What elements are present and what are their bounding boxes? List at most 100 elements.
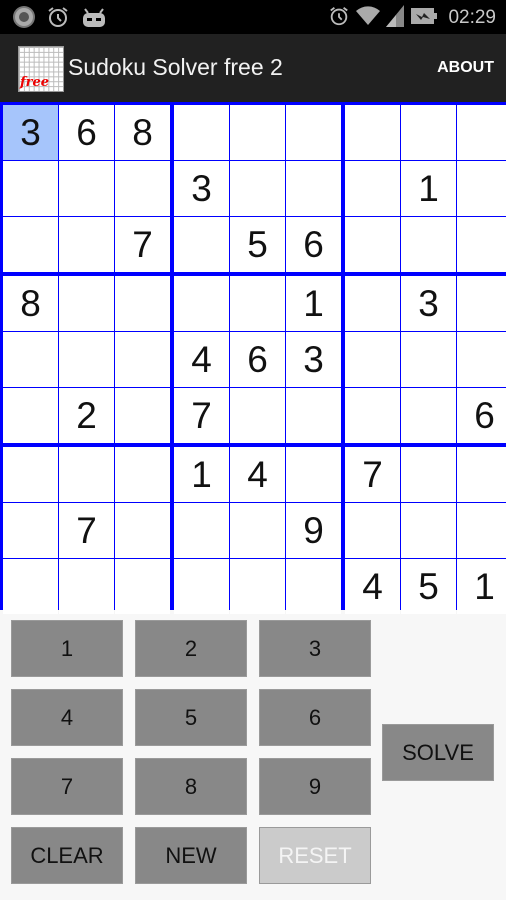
app-icon-free-label: free — [20, 75, 49, 90]
sudoku-cell-r5c6[interactable]: 3 — [286, 332, 341, 387]
sudoku-cell-r6c5[interactable] — [230, 388, 285, 443]
sudoku-cell-r9c9[interactable]: 1 — [457, 559, 506, 614]
sudoku-cell-r3c9[interactable] — [457, 217, 506, 272]
digit-3-button[interactable]: 3 — [259, 620, 371, 677]
sudoku-cell-r2c8[interactable]: 1 — [401, 161, 456, 216]
sudoku-cell-r6c3[interactable] — [115, 388, 170, 443]
sudoku-cell-r7c9[interactable] — [457, 447, 506, 502]
sudoku-cell-r5c8[interactable] — [401, 332, 456, 387]
sudoku-cell-r3c3[interactable]: 7 — [115, 217, 170, 272]
digit-9-button[interactable]: 9 — [259, 758, 371, 815]
sudoku-cell-r6c4[interactable]: 7 — [174, 388, 229, 443]
sudoku-cell-r4c9[interactable] — [457, 276, 506, 331]
digit-2-button[interactable]: 2 — [135, 620, 247, 677]
app-title: Sudoku Solver free 2 — [68, 54, 283, 80]
sudoku-cell-r7c6[interactable] — [286, 447, 341, 502]
android-icon — [80, 5, 108, 33]
sudoku-cell-r2c6[interactable] — [286, 161, 341, 216]
sudoku-cell-r9c8[interactable]: 5 — [401, 559, 456, 614]
sudoku-cell-r3c1[interactable] — [3, 217, 58, 272]
sudoku-cell-r9c5[interactable] — [230, 559, 285, 614]
sudoku-cell-r9c1[interactable] — [3, 559, 58, 614]
sudoku-cell-r1c9[interactable] — [457, 105, 506, 160]
sudoku-cell-r4c6[interactable]: 1 — [286, 276, 341, 331]
sudoku-cell-r3c2[interactable] — [59, 217, 114, 272]
sudoku-cell-r2c7[interactable] — [345, 161, 400, 216]
sudoku-cell-r2c5[interactable] — [230, 161, 285, 216]
sudoku-cell-r5c2[interactable] — [59, 332, 114, 387]
sudoku-cell-r2c4[interactable]: 3 — [174, 161, 229, 216]
sudoku-cell-r5c4[interactable]: 4 — [174, 332, 229, 387]
sudoku-cell-r9c4[interactable] — [174, 559, 229, 614]
sudoku-cell-r1c4[interactable] — [174, 105, 229, 160]
sudoku-cell-r2c9[interactable] — [457, 161, 506, 216]
reset-button[interactable]: RESET — [259, 827, 371, 884]
sudoku-cell-r6c2[interactable]: 2 — [59, 388, 114, 443]
sudoku-cell-r7c4[interactable]: 1 — [174, 447, 229, 502]
sudoku-cell-r4c3[interactable] — [115, 276, 170, 331]
sudoku-cell-r8c2[interactable]: 7 — [59, 503, 114, 558]
sudoku-cell-r6c1[interactable] — [3, 388, 58, 443]
sudoku-cell-r3c6[interactable]: 6 — [286, 217, 341, 272]
sudoku-cell-r5c5[interactable]: 6 — [230, 332, 285, 387]
sudoku-cell-r5c9[interactable] — [457, 332, 506, 387]
sudoku-cell-r4c4[interactable] — [174, 276, 229, 331]
sudoku-cell-r8c9[interactable] — [457, 503, 506, 558]
sudoku-cell-r8c5[interactable] — [230, 503, 285, 558]
sudoku-cell-r6c9[interactable]: 6 — [457, 388, 506, 443]
sudoku-cell-r7c5[interactable]: 4 — [230, 447, 285, 502]
sudoku-cell-r4c7[interactable] — [345, 276, 400, 331]
sudoku-cell-r6c8[interactable] — [401, 388, 456, 443]
sudoku-cell-r2c2[interactable] — [59, 161, 114, 216]
sudoku-cell-r7c2[interactable] — [59, 447, 114, 502]
sudoku-cell-r8c8[interactable] — [401, 503, 456, 558]
sudoku-cell-r9c2[interactable] — [59, 559, 114, 614]
sudoku-cell-r8c7[interactable] — [345, 503, 400, 558]
sudoku-cell-r4c2[interactable] — [59, 276, 114, 331]
sudoku-cell-r1c6[interactable] — [286, 105, 341, 160]
new-button[interactable]: NEW — [135, 827, 247, 884]
sudoku-cell-r4c5[interactable] — [230, 276, 285, 331]
sudoku-cell-r1c3[interactable]: 8 — [115, 105, 170, 160]
sudoku-cell-r6c6[interactable] — [286, 388, 341, 443]
sudoku-cell-r3c5[interactable]: 5 — [230, 217, 285, 272]
sudoku-cell-r2c3[interactable] — [115, 161, 170, 216]
sudoku-cell-r3c4[interactable] — [174, 217, 229, 272]
sudoku-cell-r4c8[interactable]: 3 — [401, 276, 456, 331]
digit-6-button[interactable]: 6 — [259, 689, 371, 746]
about-button[interactable]: ABOUT — [437, 59, 494, 77]
digit-8-button[interactable]: 8 — [135, 758, 247, 815]
sudoku-cell-r1c2[interactable]: 6 — [59, 105, 114, 160]
digit-5-button[interactable]: 5 — [135, 689, 247, 746]
sudoku-cell-r4c1[interactable]: 8 — [3, 276, 58, 331]
sudoku-cell-r5c7[interactable] — [345, 332, 400, 387]
digit-4-button[interactable]: 4 — [11, 689, 123, 746]
sudoku-cell-r9c6[interactable] — [286, 559, 341, 614]
record-icon — [12, 5, 36, 33]
sudoku-cell-r8c6[interactable]: 9 — [286, 503, 341, 558]
sudoku-cell-r6c7[interactable] — [345, 388, 400, 443]
sudoku-cell-r8c1[interactable] — [3, 503, 58, 558]
sudoku-cell-r1c7[interactable] — [345, 105, 400, 160]
sudoku-cell-r8c4[interactable] — [174, 503, 229, 558]
sudoku-cell-r8c3[interactable] — [115, 503, 170, 558]
sudoku-cell-r7c1[interactable] — [3, 447, 58, 502]
digit-7-button[interactable]: 7 — [11, 758, 123, 815]
sudoku-cell-r5c3[interactable] — [115, 332, 170, 387]
digit-1-button[interactable]: 1 — [11, 620, 123, 677]
alarm-icon — [328, 5, 350, 31]
sudoku-cell-r7c3[interactable] — [115, 447, 170, 502]
sudoku-cell-r5c1[interactable] — [3, 332, 58, 387]
sudoku-cell-r9c7[interactable]: 4 — [345, 559, 400, 614]
sudoku-cell-r1c8[interactable] — [401, 105, 456, 160]
sudoku-cell-r1c5[interactable] — [230, 105, 285, 160]
sudoku-cell-r3c8[interactable] — [401, 217, 456, 272]
sudoku-cell-r7c7[interactable]: 7 — [345, 447, 400, 502]
sudoku-cell-r9c3[interactable] — [115, 559, 170, 614]
sudoku-cell-r3c7[interactable] — [345, 217, 400, 272]
solve-button[interactable]: SOLVE — [382, 724, 494, 781]
sudoku-cell-r7c8[interactable] — [401, 447, 456, 502]
sudoku-cell-r2c1[interactable] — [3, 161, 58, 216]
sudoku-cell-r1c1[interactable]: 3 — [3, 105, 58, 160]
clear-button[interactable]: CLEAR — [11, 827, 123, 884]
